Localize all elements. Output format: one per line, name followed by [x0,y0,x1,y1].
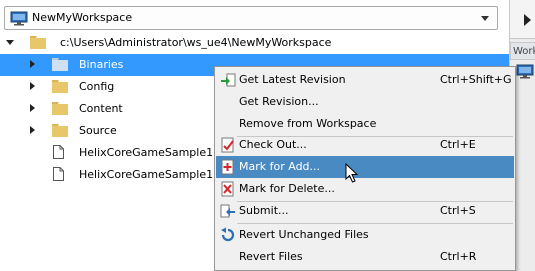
menu-item-revert-files[interactable]: Revert Files Ctrl+R [216,246,514,268]
workspace-dropdown[interactable]: NewMyWorkspace [4,6,498,30]
menu-item-label: Mark for Delete... [239,182,335,195]
tree-folder-label: Content [79,102,123,115]
workspace-tab[interactable]: Workspace [510,42,535,60]
tree-file-label: HelixCoreGameSample1.sln [79,146,233,159]
collapsed-arrow-icon[interactable] [30,60,35,68]
mouse-cursor-icon [345,163,359,183]
menu-item-label: Revert Files [239,250,303,263]
menu-item-shortcut: Ctrl+S [440,204,476,217]
folder-icon [52,58,68,71]
menu-item-label: Revert Unchanged Files [239,228,369,241]
menu-item-label: Get Revision... [239,95,319,108]
mark-for-delete-icon [221,181,234,197]
menu-item-label: Mark for Add... [239,160,321,173]
chevron-down-icon[interactable] [481,16,489,21]
menu-item-submit[interactable]: Submit... Ctrl+S [216,200,514,222]
workspace-name: NewMyWorkspace [32,11,133,24]
menu-item-shortcut: Ctrl+Shift+G [440,73,512,86]
expand-panel-button[interactable] [509,0,535,39]
menu-item-mark-for-add[interactable]: Mark for Add... [216,156,514,178]
revert-icon [221,227,235,242]
tree-folder-label: Source [79,124,117,137]
menu-item-get-latest-revision[interactable]: Get Latest Revision Ctrl+Shift+G [216,69,514,91]
file-icon [53,167,64,181]
folder-icon [52,124,68,137]
submit-icon [220,204,235,218]
folder-icon [30,36,46,49]
context-menu: Get Latest Revision Ctrl+Shift+G Get Rev… [214,66,516,271]
menu-item-shortcut: Ctrl+R [440,250,477,263]
collapsed-arrow-icon[interactable] [30,126,35,134]
check-out-icon [221,137,234,153]
collapsed-arrow-icon[interactable] [30,82,35,90]
tree-folder-label: Config [79,80,115,93]
menu-item-label: Submit... [239,204,289,217]
collapsed-arrow-icon[interactable] [30,104,35,112]
tree-folder-label: Binaries [79,58,124,71]
get-latest-icon [221,73,236,87]
folder-icon [52,80,68,93]
tree-root-row[interactable]: c:\Users\Administrator\ws_ue4\NewMyWorks… [0,32,509,54]
mark-for-add-icon [221,159,234,175]
menu-item-label: Get Latest Revision [239,73,346,86]
monitor-icon [516,64,534,79]
menu-item-label: Remove from Workspace [239,117,377,130]
menu-item-check-out[interactable]: Check Out... Ctrl+E [216,134,514,156]
expanded-arrow-icon[interactable] [6,40,14,45]
folder-icon [52,102,68,115]
menu-item-shortcut: Ctrl+E [440,138,476,151]
menu-item-label: Check Out... [239,138,307,151]
play-arrow-icon [524,14,531,26]
tree-root-label: c:\Users\Administrator\ws_ue4\NewMyWorks… [60,36,332,49]
monitor-icon [10,11,28,26]
menu-item-get-revision[interactable]: Get Revision... [216,91,514,113]
file-icon [53,145,64,159]
menu-item-mark-for-delete[interactable]: Mark for Delete... [216,178,514,200]
menu-item-remove-from-workspace[interactable]: Remove from Workspace [216,113,514,135]
menu-item-revert-unchanged-files[interactable]: Revert Unchanged Files [216,224,514,246]
